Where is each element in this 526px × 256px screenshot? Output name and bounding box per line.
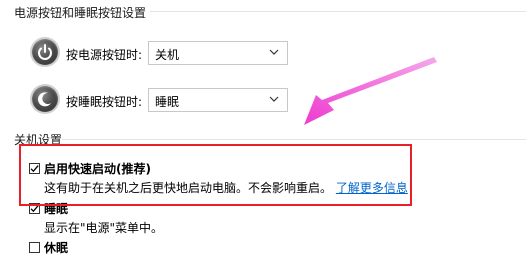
power-button-action-select[interactable]: 关机 [148,41,288,65]
sleep-button-action-select[interactable]: 睡眠 [148,88,288,112]
sleep-icon [32,86,58,112]
highlight-box [19,144,412,206]
section-divider [150,11,526,12]
sleep-button-action-value: 睡眠 [155,95,180,109]
arrow-annotation [304,57,437,125]
power-buttons-section-title: 电源按钮和睡眠按钮设置 [14,6,147,20]
power-button-label: 按电源按钮时: [66,48,143,62]
power-button-action-value: 关机 [155,48,180,62]
sleep-button-label: 按睡眠按钮时: [66,95,143,109]
sleep-option-description: 显示在"电源"菜单中。 [44,221,164,235]
chevron-down-icon [268,45,280,62]
section-divider [62,139,526,140]
chevron-down-icon [268,92,280,109]
power-icon [32,39,58,65]
